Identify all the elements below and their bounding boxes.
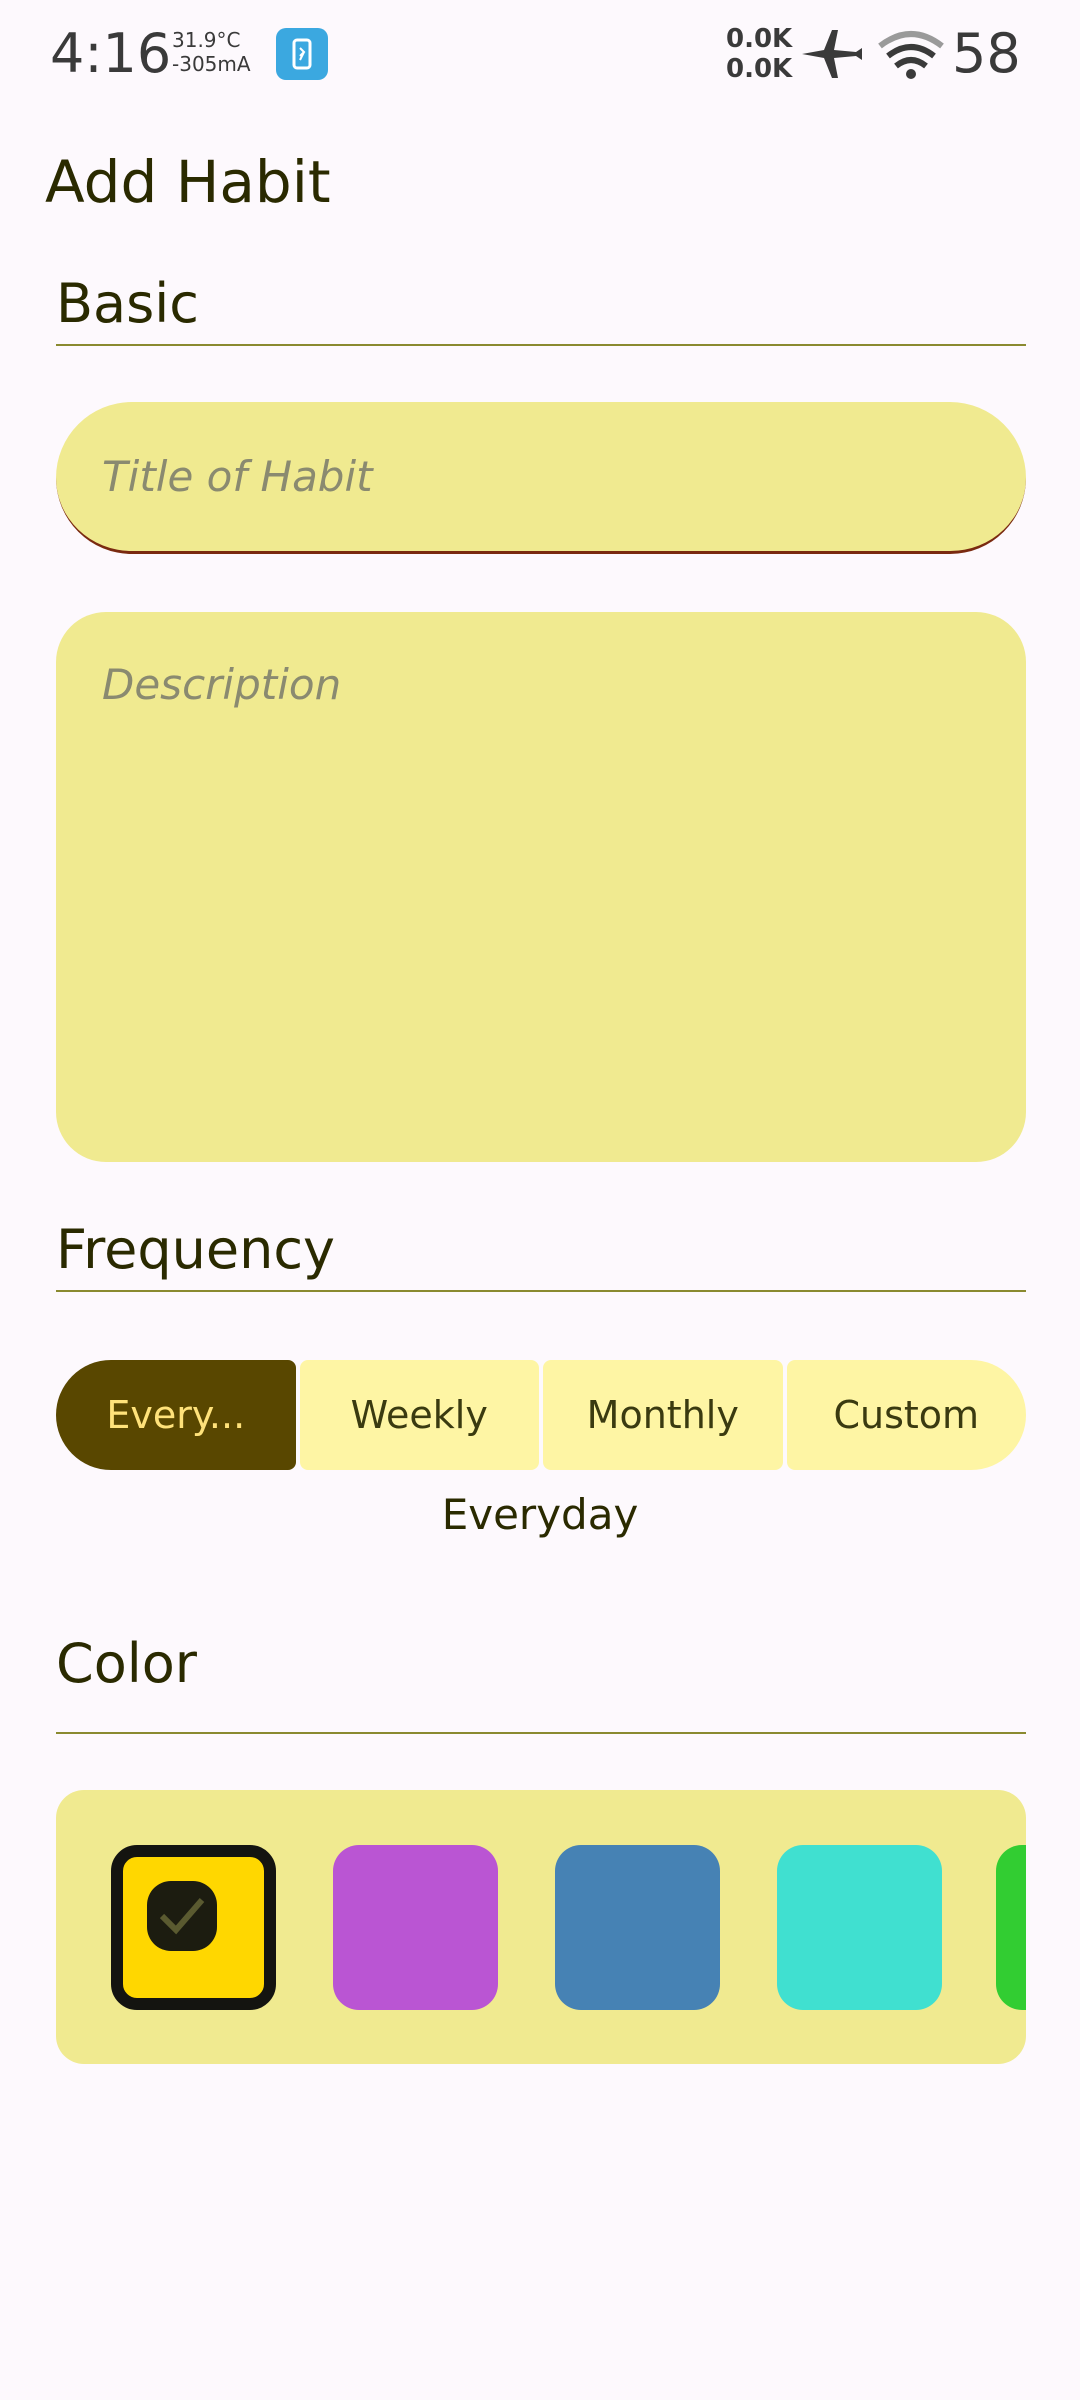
current-value: -305mA	[172, 52, 251, 76]
color-picker-panel	[56, 1790, 1026, 2064]
section-title-color: Color	[56, 1632, 197, 1695]
color-swatch-yellow[interactable]	[111, 1845, 276, 2010]
color-swatch-purple[interactable]	[333, 1845, 498, 2010]
airplane-icon	[802, 30, 862, 78]
habit-description-input[interactable]	[102, 660, 982, 1120]
status-bar: 4:16 31.9°C -305mA 0.0K 0.0K 58	[0, 0, 1080, 110]
frequency-segmented-control: Every... Weekly Monthly Custom	[56, 1360, 1026, 1470]
section-title-frequency: Frequency	[56, 1218, 335, 1281]
habit-title-field[interactable]	[56, 402, 1026, 554]
section-divider-frequency	[56, 1290, 1026, 1292]
selected-badge	[147, 1881, 217, 1951]
habit-title-input[interactable]	[102, 448, 982, 504]
section-divider-color	[56, 1732, 1026, 1734]
section-title-basic: Basic	[56, 272, 199, 335]
status-time: 4:16	[50, 22, 172, 85]
color-swatch-green[interactable]	[996, 1845, 1026, 2010]
check-icon	[159, 1898, 205, 1935]
net-down: 0.0K	[726, 54, 793, 84]
frequency-option-monthly[interactable]: Monthly	[543, 1360, 783, 1470]
app-notification-icon	[276, 28, 328, 80]
temperature-value: 31.9°C	[172, 28, 241, 52]
color-swatch-turquoise[interactable]	[777, 1845, 942, 2010]
wifi-icon	[878, 31, 944, 79]
frequency-option-weekly[interactable]: Weekly	[299, 1360, 539, 1470]
net-up: 0.0K	[726, 24, 793, 54]
habit-description-field[interactable]	[56, 612, 1026, 1162]
page-title: Add Habit	[45, 148, 331, 216]
frequency-option-everyday[interactable]: Every...	[56, 1360, 296, 1470]
battery-level: 58	[952, 22, 1021, 85]
frequency-selected-label: Everyday	[441, 1490, 639, 1539]
status-temperature: 31.9°C -305mA	[172, 28, 251, 76]
color-swatch-blue[interactable]	[555, 1845, 720, 2010]
network-speed: 0.0K 0.0K	[726, 24, 792, 84]
section-divider-basic	[56, 344, 1026, 346]
frequency-option-custom[interactable]: Custom	[786, 1360, 1026, 1470]
